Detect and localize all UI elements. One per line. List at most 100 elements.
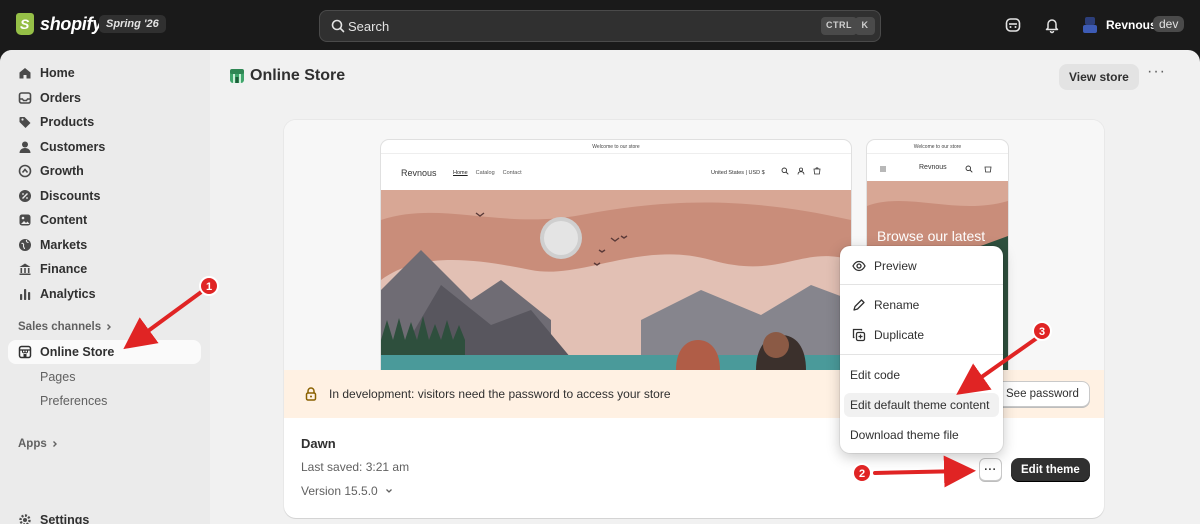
sidebar-item-label: Settings: [40, 513, 90, 524]
sidebar-item-label: Markets: [40, 237, 88, 252]
mobile-announcement: Welcome to our store: [867, 140, 1008, 154]
preview-announcement: Welcome to our store: [381, 140, 851, 154]
preview-nav-catalog: Catalog: [475, 170, 495, 176]
menu-item-edit-code[interactable]: Edit code: [844, 363, 999, 387]
menu-icon: [880, 166, 886, 172]
bar-chart-icon: [20, 288, 31, 300]
sidebar-item-content[interactable]: Content: [8, 208, 201, 232]
sidebar-item-customers[interactable]: Customers: [8, 135, 201, 159]
sidebar-item-markets[interactable]: Markets: [8, 233, 201, 257]
hero-illustration: [381, 190, 851, 370]
shortcut-ctrl: CTRL: [821, 17, 857, 35]
user-name[interactable]: Revnous: [1106, 18, 1157, 32]
pencil-icon: [853, 299, 865, 311]
theme-last-saved: Last saved: 3:21 am: [301, 460, 410, 474]
sidebar-item-label: Orders: [40, 90, 81, 105]
page-more-actions-button[interactable]: ···: [1147, 64, 1167, 84]
page-title: Online Store: [250, 67, 346, 84]
theme-more-actions-button[interactable]: ···: [979, 458, 1002, 481]
search-bar[interactable]: Search CTRL K: [319, 10, 881, 42]
menu-divider: [840, 354, 1003, 355]
duplicate-icon: [852, 328, 866, 342]
preview-header-icons: [781, 167, 821, 175]
menu-item-preview[interactable]: Preview: [844, 254, 999, 278]
discount-icon: [19, 189, 31, 202]
edition-badge[interactable]: Spring '26: [99, 15, 166, 33]
preview-nav-contact: Contact: [502, 170, 522, 176]
search-icon: [781, 167, 789, 175]
person-icon: [19, 141, 31, 153]
admin-frame: Home Orders Products Customers Growth Di…: [0, 50, 1200, 524]
sales-channels-heading[interactable]: Sales channels: [18, 321, 113, 333]
sidebar-item-label: Analytics: [40, 286, 96, 301]
sidebar-item-analytics[interactable]: Analytics: [8, 282, 201, 306]
content-icon: [19, 214, 31, 226]
sidebar-item-label: Online Store: [40, 345, 115, 359]
sidebar-item-home[interactable]: Home: [8, 61, 201, 85]
storefront-icon: [18, 345, 32, 359]
gear-icon: [19, 514, 31, 524]
sidebar-item-label: Content: [40, 213, 88, 227]
mobile-hero-text: Browse our latest: [877, 228, 986, 244]
sidebar-item-label: Growth: [40, 164, 84, 178]
menu-item-download-theme-file[interactable]: Download theme file: [844, 423, 999, 447]
home-icon: [19, 68, 31, 79]
search-placeholder: Search: [348, 19, 390, 34]
chevron-down-icon: [385, 489, 392, 493]
top-bar: shopify Spring '26 Search CTRL K Revnous…: [0, 0, 1200, 50]
menu-item-duplicate[interactable]: Duplicate: [844, 323, 999, 347]
preview-nav: Home Catalog Contact: [453, 170, 522, 176]
menu-item-rename[interactable]: Rename: [844, 293, 999, 317]
search-icon: [331, 19, 345, 33]
see-password-button[interactable]: See password: [995, 381, 1090, 407]
mobile-brand: Revnous: [919, 164, 947, 171]
sidebar-subitem-pages[interactable]: Pages: [40, 370, 75, 384]
inbox-icon: [18, 91, 32, 104]
chevron-right-icon: [52, 441, 57, 447]
growth-icon: [18, 164, 32, 178]
cart-icon: [813, 167, 821, 175]
preview-nav-home: Home: [453, 170, 468, 176]
sidebar-item-products[interactable]: Products: [8, 110, 201, 134]
sidebar-item-label: Customers: [40, 139, 106, 154]
menu-item-label: Rename: [874, 298, 920, 312]
account-icon: [797, 167, 805, 175]
logo-text: shopify: [40, 13, 102, 34]
online-store-icon: [230, 69, 244, 83]
sales-channels-label: Sales channels: [18, 321, 102, 333]
edit-theme-button[interactable]: Edit theme: [1011, 458, 1090, 482]
desktop-preview: Welcome to our store Revnous Home Catalo…: [381, 140, 851, 370]
menu-item-edit-default-theme-content[interactable]: Edit default theme content: [844, 393, 999, 417]
bell-icon[interactable]: [1043, 16, 1061, 34]
sidebar-item-label: Home: [40, 66, 75, 80]
sidebar-item-finance[interactable]: Finance: [8, 257, 201, 281]
preview-brand: Revnous: [401, 168, 437, 178]
bank-icon: [19, 263, 31, 275]
sidebar-item-orders[interactable]: Orders: [8, 86, 201, 110]
theme-name: Dawn: [301, 436, 336, 451]
shortcut-k: K: [855, 17, 875, 35]
theme-version-toggle[interactable]: Version 15.5.0: [301, 484, 394, 498]
search-icon: [965, 165, 973, 173]
sidebar-item-label: Finance: [40, 262, 88, 276]
lock-icon: [305, 387, 317, 401]
sidebar-item-settings[interactable]: Settings: [8, 508, 201, 524]
store-avatar-icon[interactable]: [1081, 16, 1099, 34]
shopify-logo[interactable]: shopify: [16, 13, 102, 35]
chevron-right-icon: [107, 324, 112, 330]
banner-message: In development: visitors need the passwo…: [329, 387, 671, 401]
menu-item-label: Preview: [874, 259, 917, 273]
sidebar-item-discounts[interactable]: Discounts: [8, 184, 201, 208]
sidekick-icon[interactable]: [1004, 16, 1022, 34]
sidebar-item-growth[interactable]: Growth: [8, 159, 201, 183]
view-store-button[interactable]: View store: [1059, 64, 1139, 90]
apps-heading[interactable]: Apps: [18, 438, 59, 450]
sidebar: Home Orders Products Customers Growth Di…: [0, 50, 210, 524]
sidebar-subitem-preferences[interactable]: Preferences: [40, 394, 107, 408]
menu-divider: [840, 284, 1003, 285]
menu-item-label: Duplicate: [874, 328, 925, 342]
main-content: Online Store View store ··· Welcome to o…: [210, 50, 1200, 524]
eye-icon: [852, 260, 866, 272]
shopify-bag-icon: [16, 13, 34, 35]
sidebar-item-online-store[interactable]: Online Store: [8, 340, 201, 364]
